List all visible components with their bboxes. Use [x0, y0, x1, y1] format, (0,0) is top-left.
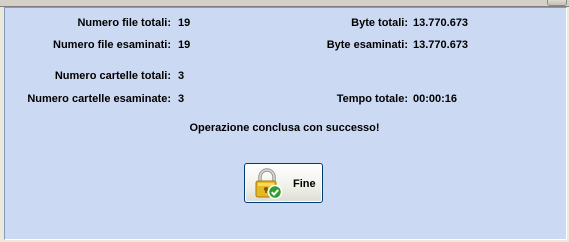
total-bytes-value: 13.770.673 — [413, 17, 469, 29]
total-folders-label: Numero cartelle totali: — [54, 70, 171, 82]
finish-button[interactable]: Fine — [244, 163, 323, 203]
finish-button-label: Fine — [293, 178, 316, 190]
total-folders-value: 3 — [178, 70, 185, 82]
examined-files-value: 19 — [178, 39, 191, 51]
total-time-label: Tempo totale: — [336, 93, 408, 105]
window-top-strip — [0, 0, 569, 7]
examined-bytes-value: 13.770.673 — [413, 39, 469, 51]
window-corner-button[interactable] — [547, 0, 567, 6]
total-files-label: Numero file totali: — [77, 17, 171, 29]
padlock-check-icon — [253, 168, 283, 200]
examined-files-label: Numero file esaminati: — [53, 39, 171, 51]
examined-bytes-label: Byte esaminati: — [326, 39, 408, 51]
examined-folders-value: 3 — [178, 93, 185, 105]
total-files-value: 19 — [178, 17, 191, 29]
status-message: Operazione conclusa con successo! — [189, 122, 380, 134]
examined-folders-label: Numero cartelle esaminate: — [27, 93, 171, 105]
total-bytes-label: Byte totali: — [351, 17, 408, 29]
total-time-value: 00:00:16 — [413, 93, 458, 105]
